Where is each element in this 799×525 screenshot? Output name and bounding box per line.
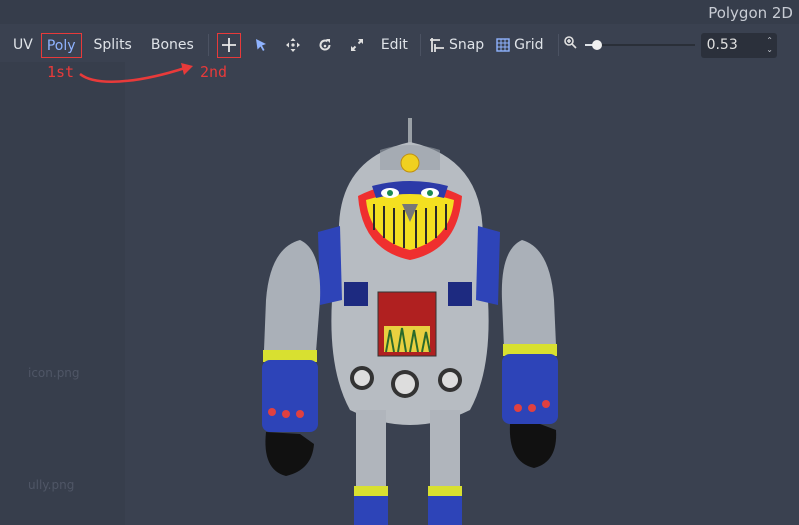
robot-texture-image (262, 118, 558, 525)
